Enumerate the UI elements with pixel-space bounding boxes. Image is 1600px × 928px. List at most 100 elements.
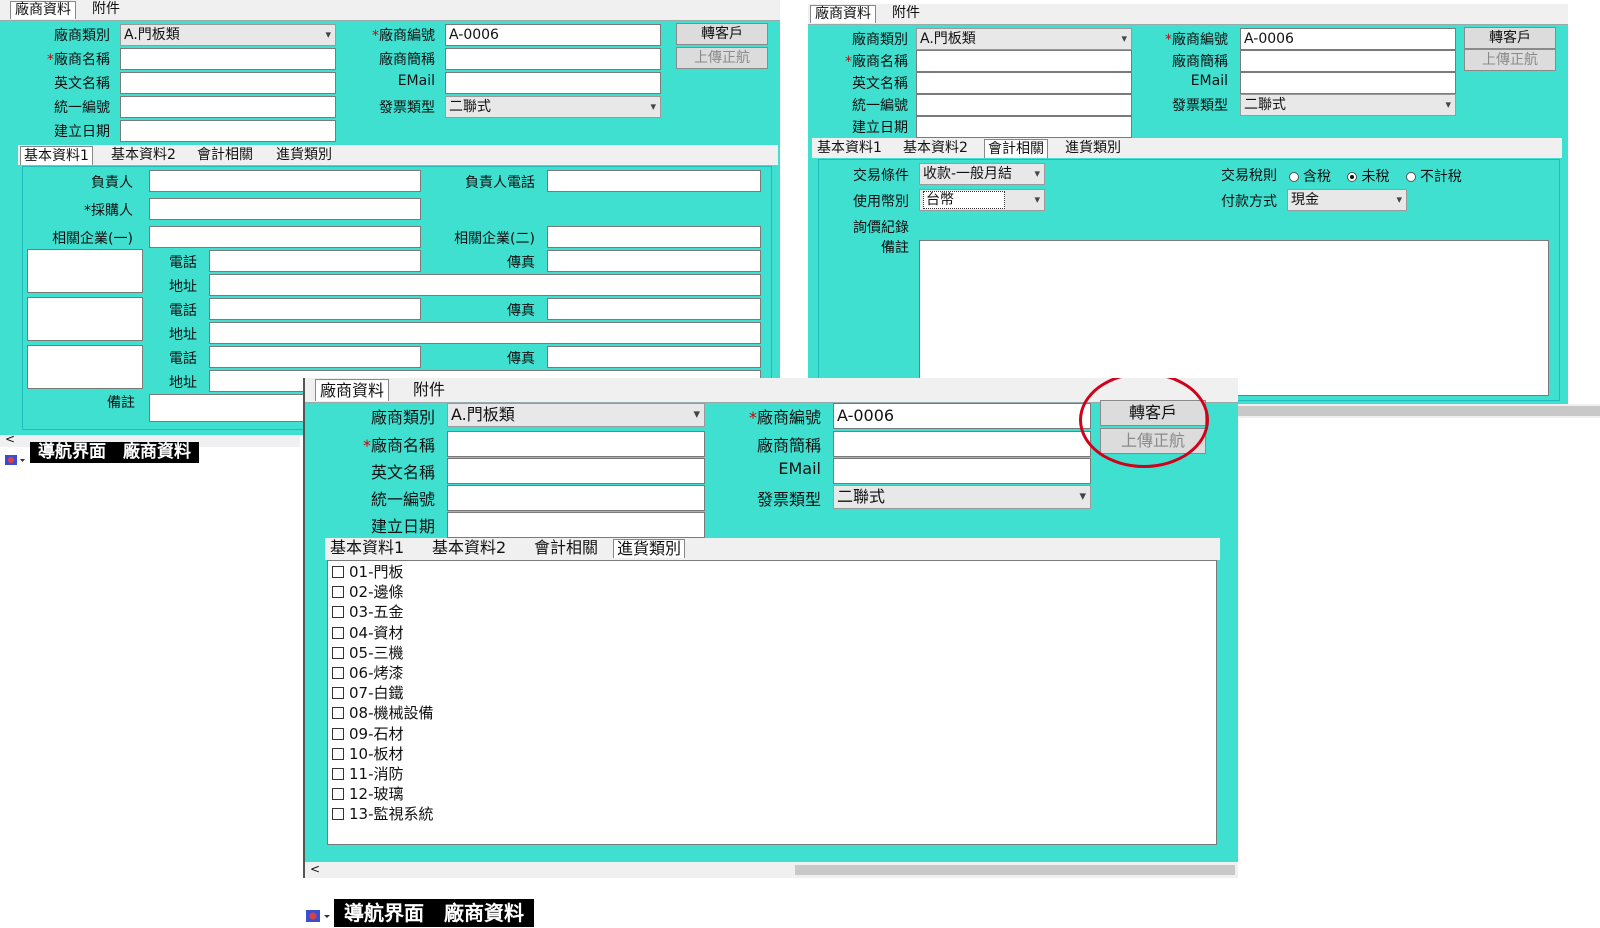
short-name-input[interactable] xyxy=(833,431,1091,457)
created-date-input[interactable] xyxy=(120,120,336,142)
checkbox-icon[interactable] xyxy=(332,667,344,679)
scroll-thumb[interactable] xyxy=(1215,406,1600,416)
front-taskbar-label[interactable]: 導航界面 廠商資料 xyxy=(334,899,534,927)
category-item[interactable]: 06-烤漆 xyxy=(332,663,404,683)
checkbox-icon[interactable] xyxy=(332,788,344,801)
english-name-input[interactable] xyxy=(447,458,705,484)
english-name-input[interactable] xyxy=(120,72,336,94)
category-item[interactable]: 09-石材 xyxy=(332,724,404,744)
invoice-type-select[interactable]: 二聯式 ▾ xyxy=(1240,94,1456,116)
scroll-left-arrow[interactable]: < xyxy=(5,432,15,446)
scroll-thumb[interactable] xyxy=(795,865,1235,875)
right-hscrollbar[interactable] xyxy=(1215,404,1600,418)
tab-purchase-categories[interactable]: 進貨類別 xyxy=(1062,139,1124,157)
checkbox-icon[interactable] xyxy=(332,586,344,599)
tab-attachments[interactable]: 附件 xyxy=(88,1,124,18)
email-input[interactable] xyxy=(445,72,661,94)
tab-basic1[interactable]: 基本資料1 xyxy=(814,139,885,157)
nav-app-icon[interactable] xyxy=(4,452,26,468)
tab-accounting[interactable]: 會計相關 xyxy=(194,146,256,164)
buyer-input[interactable] xyxy=(149,198,421,220)
checkbox-icon[interactable] xyxy=(332,646,344,659)
related2-box[interactable] xyxy=(27,297,143,341)
created-date-input[interactable] xyxy=(447,512,705,538)
category-item[interactable]: 10-板材 xyxy=(332,744,404,764)
category-item[interactable]: 02-邊條 xyxy=(332,582,404,602)
short-name-input[interactable] xyxy=(445,48,661,70)
tax-option-excluded[interactable]: 未稅 xyxy=(1347,169,1389,185)
category-item[interactable]: 11-消防 xyxy=(332,764,404,784)
tax-option-included[interactable]: 含稅 xyxy=(1289,169,1331,185)
tab-vendor-data[interactable]: 廠商資料 xyxy=(810,5,876,23)
category-item[interactable]: 04-資材 xyxy=(332,623,404,643)
remarks-textarea[interactable] xyxy=(919,240,1549,396)
tab-basic2[interactable]: 基本資料2 xyxy=(429,539,509,557)
tax-id-input[interactable] xyxy=(120,96,336,118)
vendor-no-input[interactable]: A-0006 xyxy=(445,24,661,46)
checkbox-icon[interactable] xyxy=(332,727,344,740)
category-item[interactable]: 07-白鐵 xyxy=(332,683,404,703)
tax-id-input[interactable] xyxy=(447,485,705,511)
tab-attachments[interactable]: 附件 xyxy=(409,379,450,400)
tab-purchase-categories[interactable]: 進貨類別 xyxy=(613,539,686,558)
upload-button[interactable]: 上傳正航 xyxy=(676,47,768,69)
address1-input[interactable] xyxy=(209,274,761,296)
vendor-type-select[interactable]: A.門板類 ▾ xyxy=(120,24,336,46)
phone3-input[interactable] xyxy=(209,346,421,368)
tab-accounting[interactable]: 會計相關 xyxy=(531,539,601,557)
checkbox-icon[interactable] xyxy=(332,707,344,720)
phone1-input[interactable] xyxy=(209,250,421,272)
checkbox-icon[interactable] xyxy=(332,626,344,639)
phone2-input[interactable] xyxy=(209,298,421,320)
vendor-type-select[interactable]: A.門板類 ▾ xyxy=(916,28,1132,50)
category-item[interactable]: 05-三機 xyxy=(332,643,404,663)
related3-box[interactable] xyxy=(27,345,143,389)
to-customer-button[interactable]: 轉客戶 xyxy=(1464,27,1556,49)
category-item[interactable]: 01-門板 xyxy=(332,562,404,582)
checkbox-icon[interactable] xyxy=(332,566,344,578)
front-hscrollbar[interactable]: < xyxy=(305,862,1238,878)
vendor-name-input[interactable] xyxy=(120,48,336,70)
checkbox-icon[interactable] xyxy=(332,687,344,700)
tab-basic2[interactable]: 基本資料2 xyxy=(108,146,179,164)
trade-terms-select[interactable]: 收款-一般月結 ▾ xyxy=(919,163,1045,185)
checkbox-icon[interactable] xyxy=(332,768,344,780)
tab-basic1[interactable]: 基本資料1 xyxy=(327,539,407,557)
category-item[interactable]: 03-五金 xyxy=(332,602,404,622)
tax-option-none[interactable]: 不計稅 xyxy=(1405,169,1462,185)
fax2-input[interactable] xyxy=(547,298,761,320)
vendor-type-select[interactable]: A.門板類 ▾ xyxy=(447,403,705,427)
nav-app-icon[interactable] xyxy=(305,908,331,924)
short-name-input[interactable] xyxy=(1240,50,1456,72)
vendor-no-input[interactable]: A-0006 xyxy=(1240,28,1456,50)
checkbox-icon[interactable] xyxy=(332,808,344,821)
created-date-input[interactable] xyxy=(916,116,1132,138)
related2-input[interactable] xyxy=(547,226,761,248)
english-name-input[interactable] xyxy=(916,72,1132,94)
to-customer-button[interactable]: 轉客戶 xyxy=(676,23,768,45)
owner-phone-input[interactable] xyxy=(547,170,761,192)
fax3-input[interactable] xyxy=(547,346,761,368)
related1-box[interactable] xyxy=(27,249,143,293)
vendor-name-input[interactable] xyxy=(916,50,1132,72)
payment-select[interactable]: 現金 ▾ xyxy=(1287,189,1407,211)
tab-accounting[interactable]: 會計相關 xyxy=(984,139,1048,158)
category-item[interactable]: 12-玻璃 xyxy=(332,784,404,804)
tax-id-input[interactable] xyxy=(916,94,1132,116)
tab-purchase-categories[interactable]: 進貨類別 xyxy=(273,146,335,164)
address2-input[interactable] xyxy=(209,322,761,344)
owner-input[interactable] xyxy=(149,170,421,192)
vendor-name-input[interactable] xyxy=(447,431,705,457)
vendor-no-input[interactable]: A-0006 xyxy=(833,403,1091,429)
scroll-left-arrow[interactable]: < xyxy=(310,862,320,876)
tab-vendor-data[interactable]: 廠商資料 xyxy=(315,379,390,401)
category-item[interactable]: 13-監視系統 xyxy=(332,804,434,824)
email-input[interactable] xyxy=(833,458,1091,484)
invoice-type-select[interactable]: 二聯式 ▾ xyxy=(445,96,661,118)
upload-button[interactable]: 上傳正航 xyxy=(1464,49,1556,71)
left-taskbar-label[interactable]: 導航界面 廠商資料 xyxy=(30,442,199,463)
tab-basic2[interactable]: 基本資料2 xyxy=(900,139,971,157)
invoice-type-select[interactable]: 二聯式 ▾ xyxy=(833,485,1091,509)
checkbox-icon[interactable] xyxy=(332,606,344,619)
related1-input[interactable] xyxy=(149,226,421,248)
